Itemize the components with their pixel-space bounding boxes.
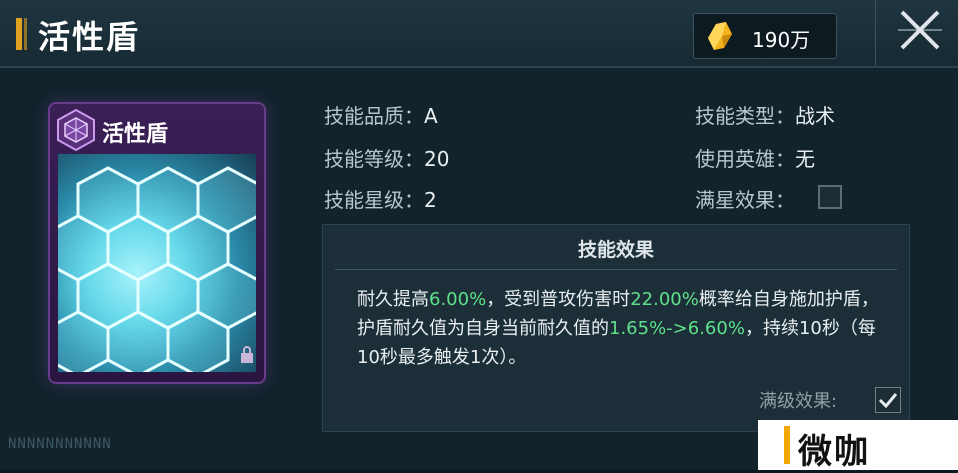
- title-accent-secondary: [24, 18, 27, 50]
- stat-label: 技能星级：: [324, 188, 424, 212]
- stat-hero: 使用英雄：无: [695, 143, 815, 172]
- watermark-accent: [784, 426, 790, 464]
- effect-highlight: 1.65%->6.60%: [609, 318, 745, 339]
- stat-type: 技能类型：战术: [695, 100, 835, 129]
- effect-text-part: 耐久提高: [357, 289, 429, 310]
- stat-max-star: 满星效果：: [695, 184, 795, 213]
- stat-value: 无: [795, 147, 815, 171]
- stat-value: 2: [424, 188, 437, 212]
- stat-value: A: [424, 104, 438, 128]
- hexagon-grid-art: [58, 166, 256, 372]
- skill-card[interactable]: 活性盾: [50, 104, 264, 382]
- stat-label: 技能等级：: [324, 147, 424, 171]
- skill-effect-box: 技能效果 耐久提高6.00%，受到普攻伤害时22.00%概率给自身施加护盾，护盾…: [322, 224, 910, 432]
- effect-highlight: 22.00%: [630, 289, 699, 310]
- stat-label: 技能品质：: [324, 104, 424, 128]
- lock-icon: [241, 346, 253, 363]
- hexagon-shield-icon: [57, 108, 95, 152]
- currency-value: 190万: [752, 28, 811, 52]
- effect-description: 耐久提高6.00%，受到普攻伤害时22.00%概率给自身施加护盾，护盾耐久值为自…: [357, 285, 887, 372]
- stat-label: 技能类型：: [695, 104, 795, 128]
- stat-level: 技能等级：20: [324, 143, 449, 172]
- max-star-checkbox[interactable]: [818, 185, 842, 209]
- checkmark-icon[interactable]: [875, 387, 901, 413]
- max-level-label: 满级效果:: [759, 391, 838, 412]
- effect-divider: [335, 269, 897, 270]
- watermark-text: 微咖: [798, 432, 870, 472]
- currency-display: 190万: [693, 13, 837, 59]
- card-title: 活性盾: [102, 121, 169, 147]
- effect-title: 技能效果: [577, 239, 654, 261]
- stat-quality: 技能品质：A: [324, 100, 438, 129]
- header-bar: 活性盾 190万: [0, 0, 958, 68]
- crystal-icon: [708, 22, 732, 50]
- stat-star: 技能星级：2: [324, 184, 437, 213]
- effect-highlight: 6.00%: [429, 289, 487, 310]
- stat-value: 20: [424, 147, 450, 171]
- page-title: 活性盾: [38, 18, 141, 56]
- title-accent: [16, 18, 22, 50]
- close-button[interactable]: [875, 0, 958, 66]
- stat-label: 满星效果：: [695, 188, 795, 212]
- watermark-logo: 微咖: [758, 420, 958, 472]
- effect-text-part: ，受到普攻伤害时: [486, 289, 631, 310]
- hexagon-shield-art: [58, 154, 256, 372]
- serial-text: NNNNNNNNNNN: [8, 436, 112, 452]
- stat-value: 战术: [795, 104, 835, 128]
- close-icon[interactable]: [898, 8, 942, 52]
- stat-label: 使用英雄：: [695, 147, 795, 171]
